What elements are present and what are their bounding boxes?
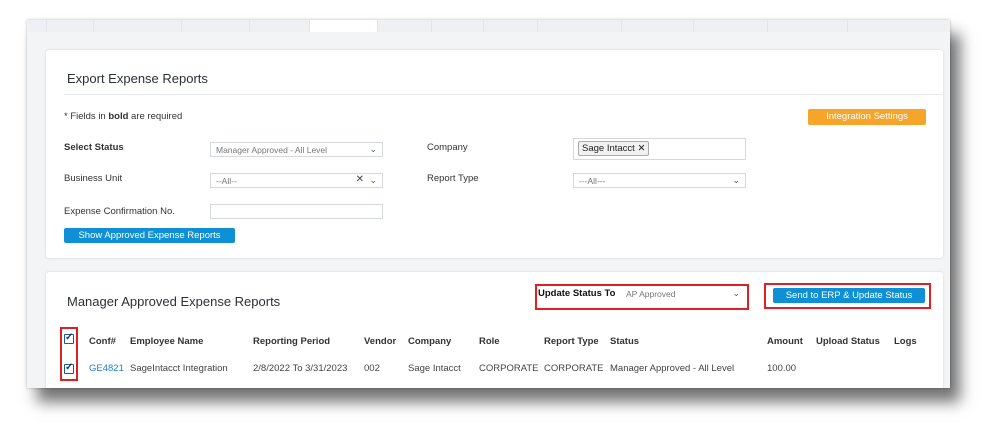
report-type-label: Report Type — [427, 173, 479, 184]
business-unit-label: Business Unit — [64, 173, 123, 184]
column-header-vendor: Vendor — [364, 336, 397, 347]
tab[interactable] — [27, 20, 47, 32]
expense-confirmation-input[interactable] — [210, 204, 383, 219]
tab[interactable] — [694, 20, 768, 32]
panel-title: Manager Approved Expense Reports — [67, 294, 281, 309]
tab[interactable] — [622, 20, 694, 32]
report-type-dropdown[interactable]: ---All--- ⌄ — [573, 173, 746, 188]
tab[interactable] — [182, 20, 250, 32]
company-multiselect[interactable]: Sage Intacct ✕ — [573, 138, 746, 160]
company-tag: Sage Intacct ✕ — [578, 141, 650, 156]
column-header-company: Company — [408, 336, 452, 347]
select-all-checkbox[interactable]: ✓ — [64, 332, 74, 344]
column-header-conf: Conf# — [89, 336, 116, 347]
chevron-down-icon: ⌄ — [369, 175, 377, 185]
chevron-down-icon: ⌄ — [732, 175, 740, 185]
screenshot-frame: Export Expense Reports * Fields in bold … — [27, 20, 950, 388]
column-header-report-type: Report Type — [544, 336, 599, 347]
column-header-amount: Amount — [767, 336, 803, 347]
cell-role: CORPORATE — [479, 363, 539, 374]
column-header-upload-status: Upload Status — [816, 336, 880, 347]
export-expense-reports-panel: Export Expense Reports * Fields in bold … — [46, 50, 943, 258]
clear-icon[interactable]: ✕ — [356, 174, 364, 185]
integration-settings-button[interactable]: Integration Settings — [808, 109, 926, 125]
cell-amount: 100.00 — [767, 363, 797, 374]
tab[interactable] — [538, 20, 622, 32]
check-icon: ✓ — [65, 332, 74, 343]
column-header-role: Role — [479, 336, 500, 347]
conf-link[interactable]: GE4821 — [89, 363, 124, 374]
cell-vendor: 002 — [364, 363, 380, 374]
tab[interactable] — [378, 20, 432, 32]
panel-title: Export Expense Reports — [67, 71, 208, 86]
tab[interactable] — [432, 20, 484, 32]
tab[interactable] — [484, 20, 538, 32]
tab[interactable] — [250, 20, 310, 32]
top-tab-strip — [27, 20, 950, 32]
divider — [64, 94, 943, 95]
tab[interactable] — [94, 20, 182, 32]
cell-employee: SageIntacct Integration — [130, 363, 228, 374]
cell-company: Sage Intacct — [408, 363, 461, 374]
select-status-label: Select Status — [64, 142, 124, 153]
cell-report-type: CORPORATE — [544, 363, 604, 374]
update-status-value: AP Approved — [626, 289, 676, 299]
send-to-erp-button[interactable]: Send to ERP & Update Status — [773, 288, 925, 303]
remove-tag-icon[interactable]: ✕ — [637, 143, 645, 154]
column-header-status: Status — [610, 336, 640, 347]
tab[interactable] — [47, 20, 94, 32]
row-checkbox[interactable]: ✓ — [64, 362, 74, 374]
chevron-down-icon: ⌄ — [369, 144, 377, 154]
chevron-down-icon: ⌄ — [732, 288, 740, 298]
cell-status: Manager Approved - All Level — [610, 363, 735, 374]
update-status-label: Update Status To — [538, 288, 616, 299]
select-status-dropdown[interactable]: Manager Approved - All Level ⌄ — [210, 142, 383, 157]
report-type-value: ---All--- — [579, 176, 606, 186]
column-header-employee: Employee Name — [130, 336, 204, 347]
update-status-dropdown[interactable]: AP Approved ⌄ — [621, 287, 745, 304]
column-header-period: Reporting Period — [253, 336, 331, 347]
select-status-value: Manager Approved - All Level — [216, 145, 328, 155]
show-approved-reports-button[interactable]: Show Approved Expense Reports — [64, 228, 235, 243]
cell-period: 2/8/2022 To 3/31/2023 — [253, 363, 348, 374]
required-fields-note: * Fields in bold are required — [64, 111, 183, 122]
business-unit-dropdown[interactable]: --All-- ✕ ⌄ — [210, 173, 383, 188]
expense-confirmation-label: Expense Confirmation No. — [64, 206, 175, 217]
check-icon: ✓ — [65, 362, 74, 373]
business-unit-value: --All-- — [216, 176, 237, 186]
company-label: Company — [427, 142, 468, 153]
tab[interactable] — [768, 20, 848, 32]
column-header-logs: Logs — [894, 336, 917, 347]
tab-active[interactable] — [310, 20, 378, 32]
